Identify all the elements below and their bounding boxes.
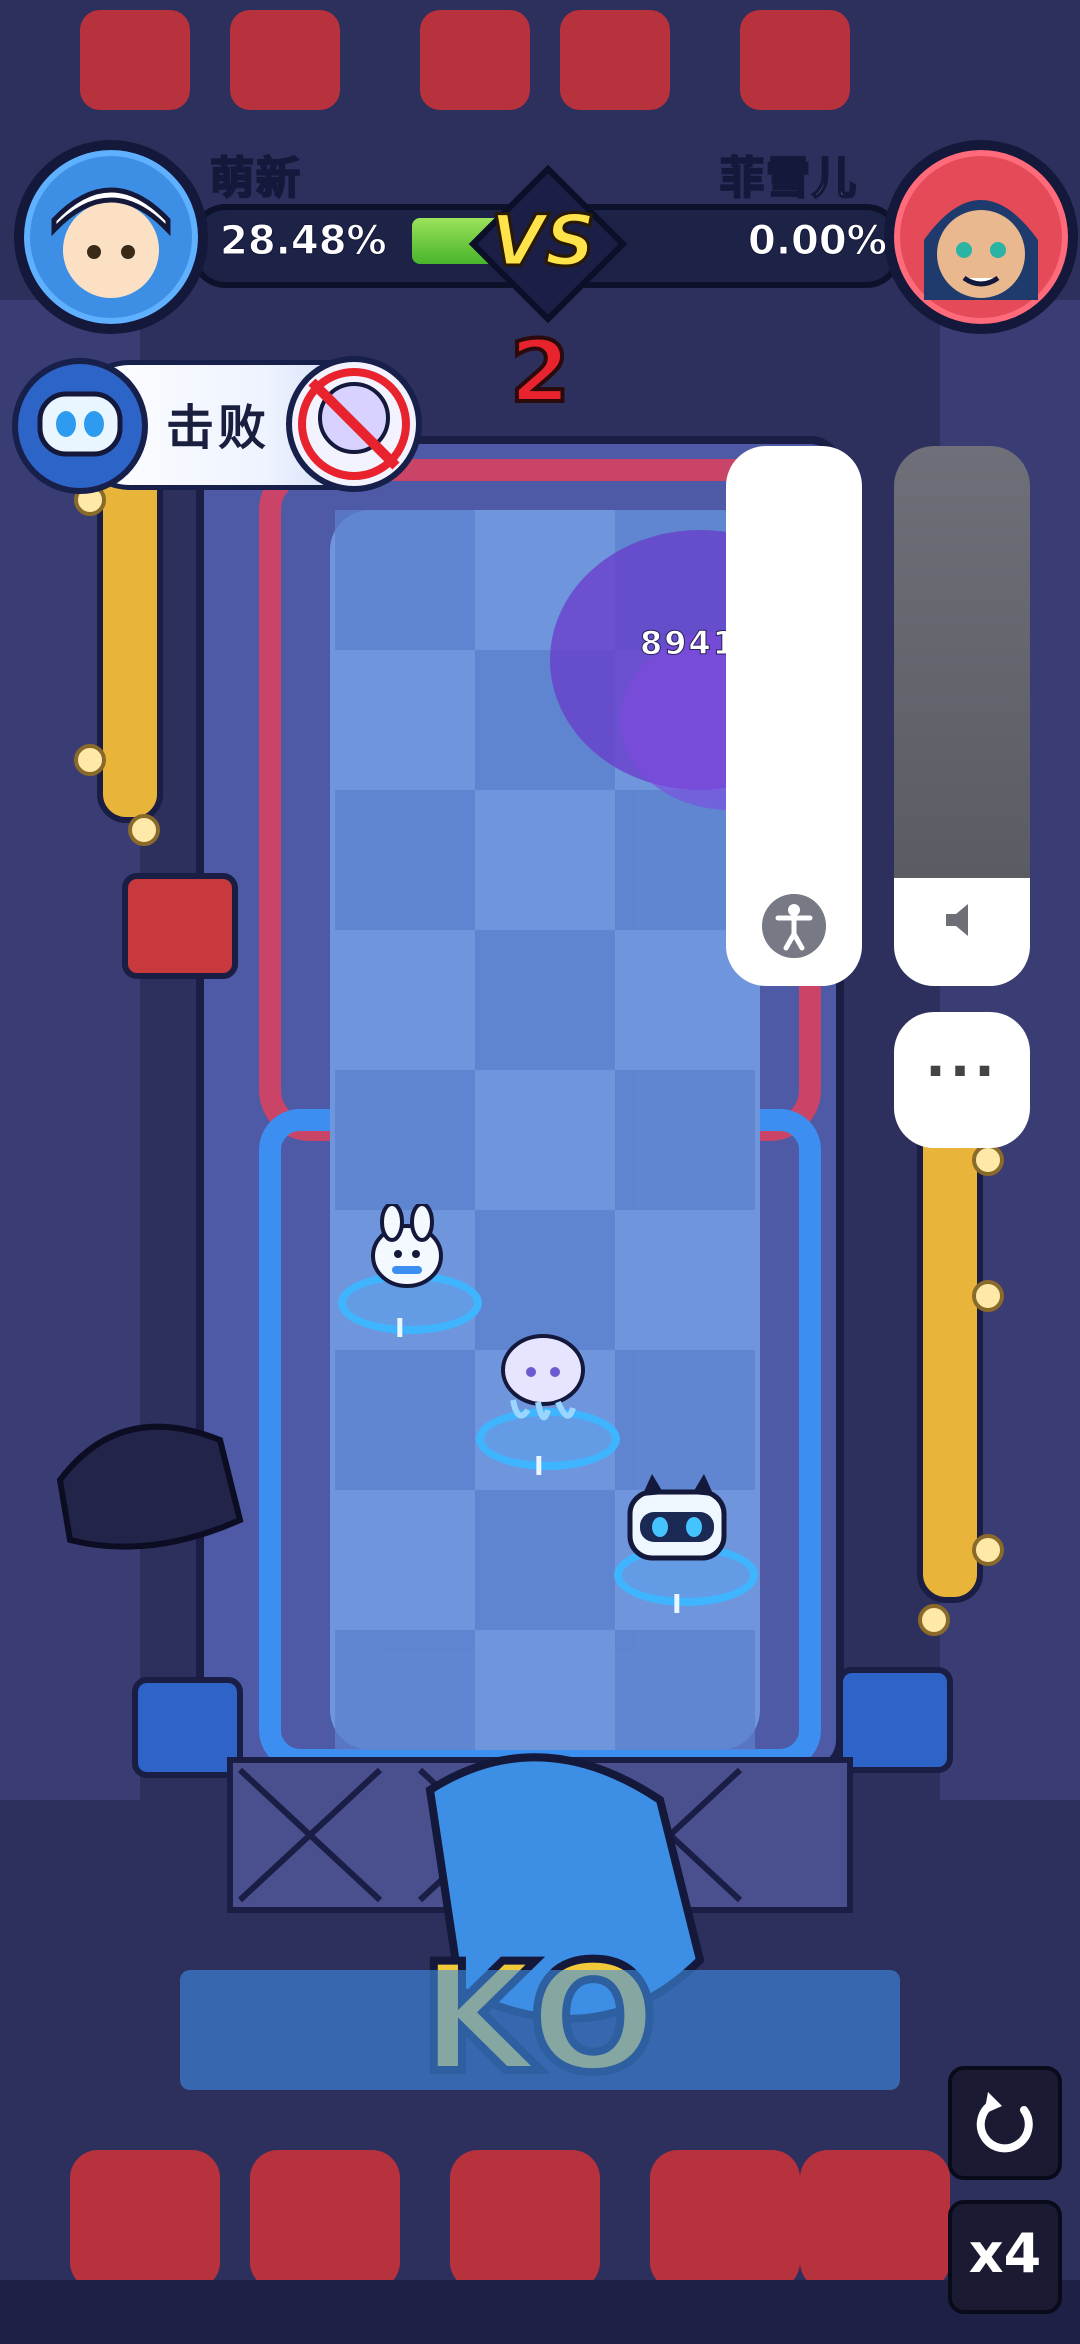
character-tag: I — [395, 1314, 405, 1344]
robot-cat-hero-sprite — [627, 1474, 727, 1561]
bunny-hero-sprite — [371, 1204, 443, 1288]
replay-button[interactable] — [948, 2066, 1062, 2180]
attacker-mini-avatar — [12, 358, 148, 494]
defeat-label: 击败 — [166, 400, 271, 456]
accessibility-icon[interactable] — [762, 894, 826, 958]
right-player-percent: 0.00% — [748, 218, 888, 265]
speed-label: x4 — [968, 2222, 1042, 2285]
character-tag: I — [534, 1452, 544, 1482]
defeated-mini-avatar — [286, 356, 422, 492]
right-player-name: 菲雪儿 — [719, 152, 858, 205]
left-player-name: 萌新 — [209, 152, 302, 205]
vs-text: VS — [489, 199, 597, 284]
right-player-avatar — [884, 140, 1078, 334]
more-options-label: ··· — [925, 1040, 999, 1103]
replay-icon — [976, 2092, 1033, 2153]
left-player-percent: 28.48% — [220, 218, 388, 265]
left-player-avatar — [14, 140, 208, 334]
character-tag: I — [672, 1590, 682, 1620]
round-counter: 2 — [508, 320, 572, 424]
jellyfish-hero-sprite — [501, 1334, 585, 1421]
speed-button[interactable]: x4 — [948, 2200, 1062, 2314]
speaker-icon — [946, 904, 968, 936]
